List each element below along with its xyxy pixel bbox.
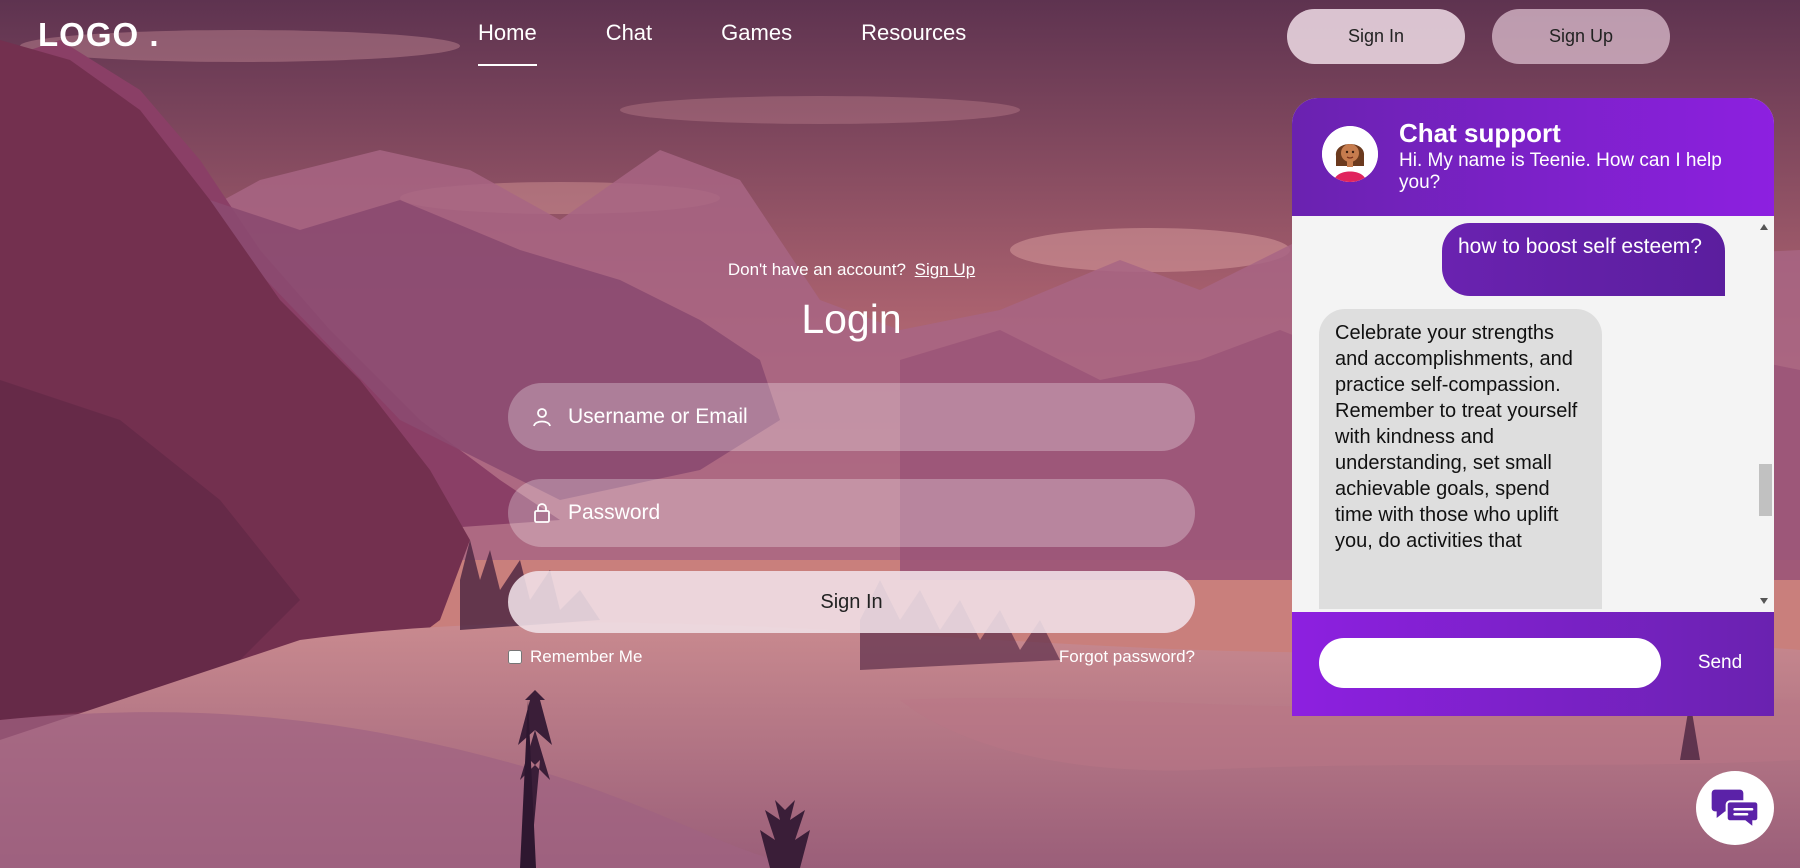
chat-footer: Send (1292, 612, 1774, 716)
scroll-thumb[interactable] (1759, 464, 1772, 516)
nav-chat[interactable]: Chat (606, 20, 652, 66)
chat-messages[interactable]: how to boost self esteem? Celebrate your… (1292, 216, 1774, 612)
nav-home[interactable]: Home (478, 20, 537, 66)
login-form: Don't have an account? Sign Up Login Sig… (508, 260, 1195, 667)
header-sign-up-button[interactable]: Sign Up (1492, 9, 1670, 64)
username-input[interactable] (568, 383, 1195, 451)
remember-me-checkbox[interactable] (508, 650, 522, 664)
chat-widget: Chat support Hi. My name is Teenie. How … (1292, 98, 1774, 716)
sign-up-link[interactable]: Sign Up (915, 260, 975, 279)
chat-launcher-button[interactable] (1696, 771, 1774, 845)
nav-games[interactable]: Games (721, 20, 792, 66)
site-header: LOGO . Home Chat Games Resources Sign In… (0, 0, 1800, 70)
chat-scrollbar[interactable] (1756, 216, 1774, 612)
user-message: how to boost self esteem? (1442, 223, 1725, 296)
avatar (1322, 126, 1378, 182)
lock-icon (534, 503, 550, 523)
user-icon (533, 408, 551, 427)
nav-resources[interactable]: Resources (861, 20, 966, 66)
chat-message-input[interactable] (1319, 638, 1661, 688)
logo[interactable]: LOGO . (38, 16, 160, 54)
password-field (508, 479, 1195, 547)
avatar-teenie-icon (1322, 126, 1378, 182)
forgot-password-link[interactable]: Forgot password? (1059, 647, 1195, 667)
chat-title: Chat support (1399, 118, 1561, 148)
chat-header: Chat support Hi. My name is Teenie. How … (1292, 98, 1774, 216)
remember-me: Remember Me (508, 647, 642, 667)
send-button[interactable]: Send (1680, 640, 1760, 686)
login-title: Login (801, 296, 902, 342)
scroll-down-arrow-icon[interactable] (1760, 598, 1768, 604)
bot-message: Celebrate your strengths and accomplishm… (1319, 309, 1602, 609)
scroll-up-arrow-icon[interactable] (1760, 224, 1768, 230)
remember-me-label: Remember Me (530, 647, 643, 666)
main-nav: Home Chat Games Resources (478, 20, 1035, 66)
chat-subtitle: Hi. My name is Teenie. How can I help yo… (1399, 150, 1722, 193)
no-account-text: Don't have an account? (727, 260, 906, 279)
chat-bubbles-icon (1711, 789, 1760, 830)
sign-in-button[interactable]: Sign In (508, 571, 1195, 633)
form-options: Remember Me Forgot password? (508, 647, 1195, 667)
no-account-line: Don't have an account? Sign Up (508, 260, 1195, 280)
username-field (508, 383, 1195, 451)
password-input[interactable] (568, 479, 1195, 547)
header-sign-in-button[interactable]: Sign In (1287, 9, 1465, 64)
